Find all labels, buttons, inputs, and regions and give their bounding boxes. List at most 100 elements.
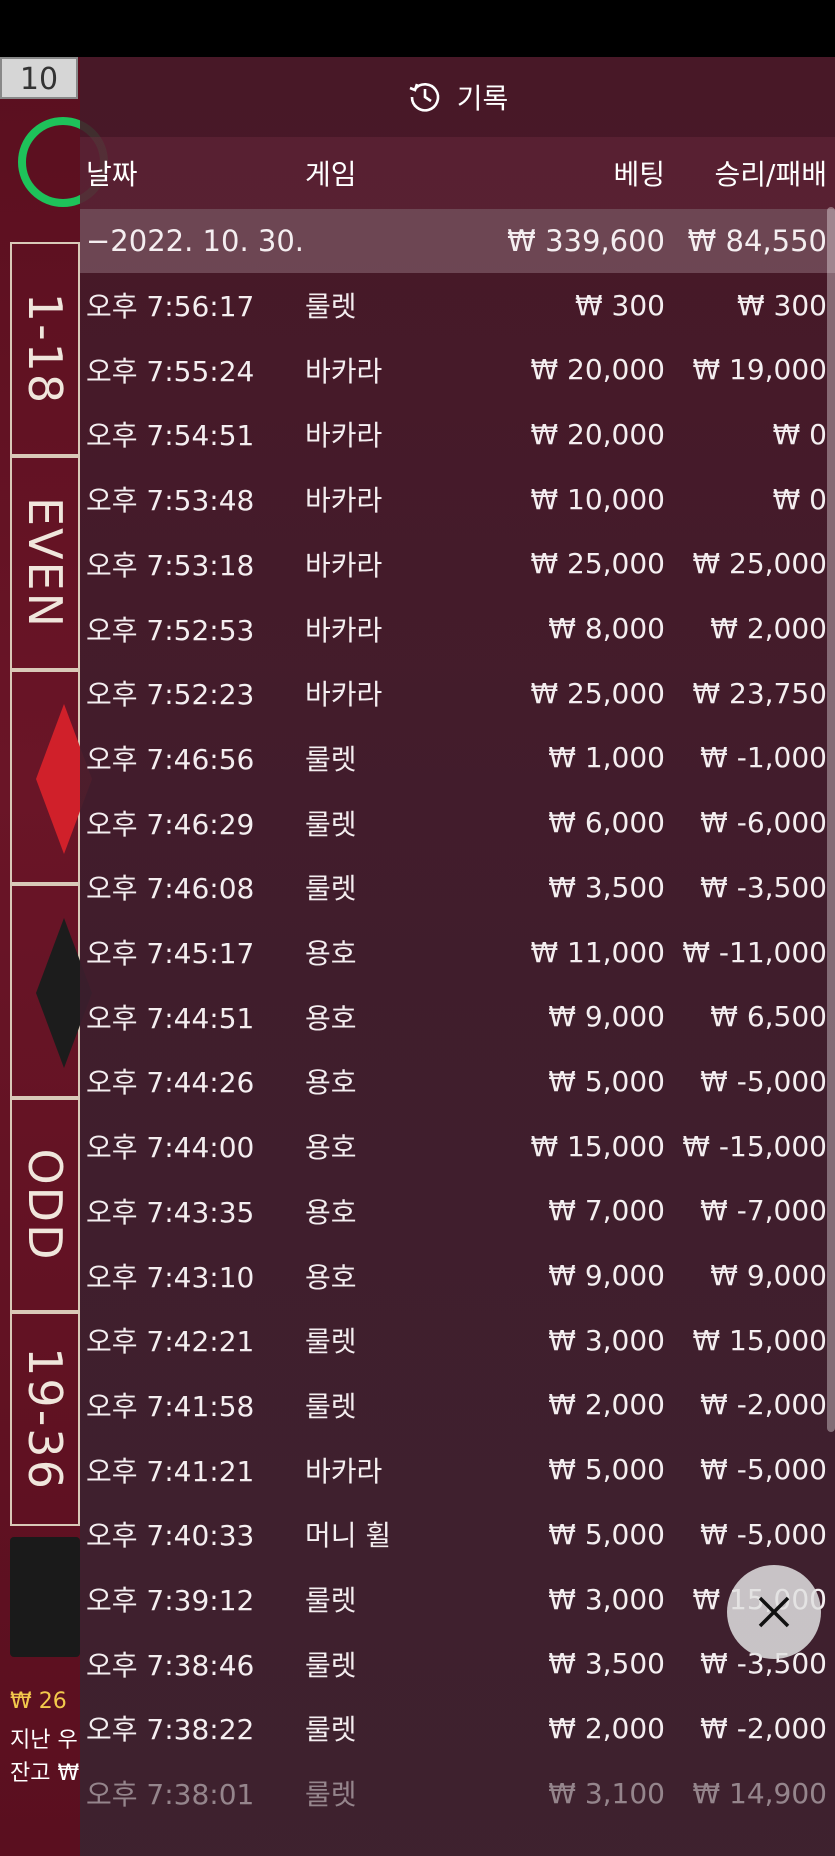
row-win-loss: ₩ 23,750: [692, 676, 827, 710]
table-row[interactable]: 오후 7:39:12룰렛₩ 3,000₩ 15,000: [80, 1567, 835, 1631]
row-game: 룰렛: [305, 1778, 357, 1812]
scrollbar[interactable]: [827, 207, 835, 1432]
table-row[interactable]: 오후 7:52:53 바카라 ₩ 8,000 ₩ 2,000: [80, 597, 835, 661]
table-row[interactable]: 오후 7:53:18 바카라 ₩ 25,000 ₩ 25,000: [80, 532, 835, 596]
row-win-loss: ₩ -6,000: [700, 806, 827, 840]
row-time: 오후 7:41:58: [86, 1389, 255, 1423]
row-time: 오후 7:44:26: [86, 1066, 255, 1100]
row-game: 룰렛: [305, 1648, 357, 1682]
row-game: 룰렛: [305, 807, 357, 841]
row-win-loss: ₩ 25,000: [692, 547, 827, 581]
table-row[interactable]: 오후 7:53:48 바카라 ₩ 10,000 ₩ 0: [80, 467, 835, 531]
date-group-row[interactable]: −2022. 10. 30. ₩ 339,600 ₩ 84,550: [80, 209, 835, 273]
wheel-thumbnail[interactable]: [10, 1537, 80, 1657]
row-bet: ₩ 5,000: [548, 1453, 665, 1487]
row-time: 오후 7:52:23: [86, 678, 255, 712]
table-row[interactable]: 오후 7:46:08 룰렛 ₩ 3,500 ₩ -3,500: [80, 855, 835, 919]
row-win-loss: ₩ 0: [772, 482, 827, 516]
row-game: 룰렛: [305, 1584, 357, 1617]
table-row[interactable]: 오후 7:54:51 바카라 ₩ 20,000 ₩ 0: [80, 402, 835, 466]
row-game: 룰렛: [305, 872, 357, 906]
row-bet: ₩ 2,000: [548, 1388, 665, 1422]
row-game: 용호: [305, 1260, 357, 1294]
round-number: 10: [0, 57, 78, 99]
row-win-loss: ₩ -5,000: [700, 1064, 827, 1098]
bet-label: 1-18: [18, 292, 72, 406]
table-row[interactable]: 오후 7:38:01 룰렛 ₩ 3,100 ₩ 14,900: [80, 1761, 835, 1825]
table-row[interactable]: 오후 7:46:56 룰렛 ₩ 1,000 ₩ -1,000: [80, 726, 835, 790]
table-row[interactable]: 오후 7:44:51 용호 ₩ 9,000 ₩ 6,500: [80, 985, 835, 1049]
outside-bets: 1-18 EVEN ODD 19-36: [10, 242, 92, 1532]
close-button[interactable]: [727, 1565, 821, 1659]
table-row[interactable]: 오후 7:55:24 바카라 ₩ 20,000 ₩ 19,000: [80, 338, 835, 402]
date-group-bet: ₩ 339,600: [507, 224, 665, 258]
row-bet: ₩ 5,000: [548, 1517, 665, 1551]
row-time: 오후 7:56:17: [86, 290, 255, 323]
row-bet: ₩ 3,000: [548, 1582, 665, 1616]
row-bet: ₩ 25,000: [530, 547, 665, 581]
col-win-loss: 승리/패배: [714, 158, 827, 191]
bet-label: 19-36: [18, 1347, 72, 1491]
row-bet: ₩ 300: [574, 288, 665, 322]
row-game: 룰렛: [305, 1325, 357, 1359]
row-win-loss: ₩ 6,500: [710, 1000, 827, 1034]
row-bet: ₩ 15,000: [530, 1129, 665, 1163]
row-time: 오후 7:43:35: [86, 1195, 255, 1229]
table-row[interactable]: 오후 7:44:00 용호 ₩ 15,000 ₩ -15,000: [80, 1114, 835, 1178]
row-win-loss: ₩ 9,000: [710, 1259, 827, 1292]
row-time: 오후 7:53:48: [86, 484, 255, 518]
row-game: 용호: [305, 937, 357, 970]
row-bet: ₩ 9,000: [548, 1259, 665, 1292]
row-time: 오후 7:44:51: [86, 1001, 255, 1035]
table-row[interactable]: 오후 7:52:23 바카라 ₩ 25,000 ₩ 23,750: [80, 661, 835, 725]
bet-19-36[interactable]: 19-36: [10, 1312, 80, 1526]
table-row[interactable]: 오후 7:45:17 용호 ₩ 11,000 ₩ -11,000: [80, 920, 835, 984]
row-time: 오후 7:53:18: [86, 548, 255, 582]
bet-1-18[interactable]: 1-18: [10, 242, 80, 456]
row-bet: ₩ 25,000: [530, 676, 665, 710]
table-row[interactable]: 오후 7:43:10 용호 ₩ 9,000 ₩ 9,000: [80, 1244, 835, 1308]
row-win-loss: ₩ 14,900: [692, 1776, 827, 1810]
table-row[interactable]: 오후 7:38:22 룰렛 ₩ 2,000 ₩ -2,000: [80, 1696, 835, 1760]
row-bet: ₩ 3,100: [548, 1776, 665, 1810]
row-bet: ₩ 8,000: [548, 612, 665, 645]
table-row[interactable]: 오후 7:41:58 룰렛 ₩ 2,000 ₩ -2,000: [80, 1373, 835, 1437]
table-row[interactable]: 오후 7:38:46 룰렛 ₩ 3,500 ₩ -3,500: [80, 1632, 835, 1696]
row-win-loss: ₩ 2,000: [710, 612, 827, 645]
row-win-loss: ₩ 300: [736, 288, 827, 322]
table-row[interactable]: 오후 7:42:21 룰렛 ₩ 3,000 ₩ 15,000: [80, 1308, 835, 1372]
bet-red[interactable]: [10, 670, 92, 884]
table-row[interactable]: 오후 7:56:17 룰렛 ₩ 300 ₩ 300: [80, 273, 835, 337]
row-bet: ₩ 3,000: [548, 1323, 665, 1357]
bet-black[interactable]: [10, 884, 92, 1098]
panel-title: 기록: [456, 82, 509, 115]
status-bar: [0, 0, 835, 57]
row-game: 용호: [305, 1066, 357, 1100]
table-row[interactable]: 오후 7:40:33 머니 휠 ₩ 5,000 ₩ -5,000: [80, 1502, 835, 1566]
row-bet: ₩ 3,500: [548, 1647, 665, 1681]
row-win-loss: ₩ -5,000: [700, 1453, 827, 1487]
table-row[interactable]: 오후 7:43:35 용호 ₩ 7,000 ₩ -7,000: [80, 1179, 835, 1243]
row-win-loss: ₩ -1,000: [700, 741, 827, 775]
table-row[interactable]: 오후 7:46:29 룰렛 ₩ 6,000 ₩ -6,000: [80, 791, 835, 855]
row-win-loss: ₩ -11,000: [682, 935, 827, 969]
bet-even[interactable]: EVEN: [10, 456, 80, 670]
close-icon: [758, 1596, 790, 1628]
table-row[interactable]: 오후 7:44:26 용호 ₩ 5,000 ₩ -5,000: [80, 1049, 835, 1113]
row-game: 룰렛: [305, 1713, 357, 1747]
date-group-date: −2022. 10. 30.: [86, 224, 304, 258]
bet-odd[interactable]: ODD: [10, 1098, 80, 1312]
row-win-loss: ₩ -2,000: [700, 1711, 827, 1745]
row-bet: ₩ 11,000: [530, 935, 665, 969]
row-game: 바카라: [305, 613, 383, 647]
row-time: 오후 7:38:01: [86, 1778, 255, 1812]
row-game: 룰렛: [305, 290, 357, 323]
row-bet: ₩ 3,500: [548, 870, 665, 904]
table-header: 날짜 게임 베팅 승리/패배: [80, 137, 835, 209]
row-win-loss: ₩ 15,000: [692, 1323, 827, 1357]
table-row[interactable]: 오후 7:41:21 바카라 ₩ 5,000 ₩ -5,000: [80, 1438, 835, 1502]
last-win-label: 지난 우: [10, 1728, 78, 1753]
row-game: 룰렛: [305, 742, 357, 776]
row-bet: ₩ 5,000: [548, 1064, 665, 1098]
last-win-amount: ₩ 26: [10, 1689, 67, 1714]
